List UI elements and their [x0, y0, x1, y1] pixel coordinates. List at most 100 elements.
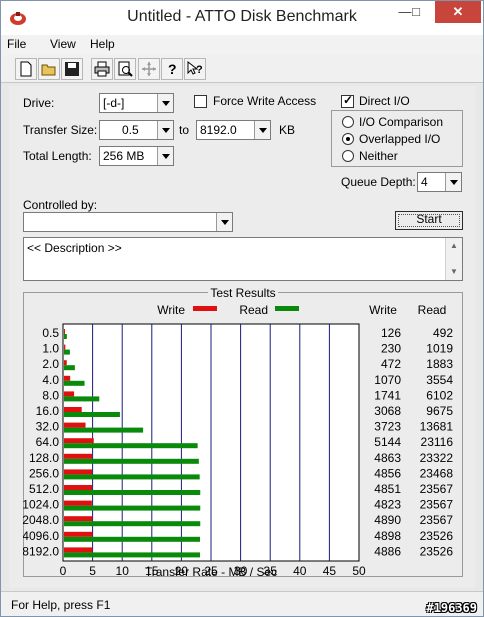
test-results-chart: Test Results Write Read Write Read 0.5 1.… [23, 286, 453, 578]
category-label: 128.0 [29, 451, 59, 465]
scroll-up-icon[interactable]: ▲ [446, 238, 462, 254]
menu-help[interactable]: Help [90, 37, 115, 51]
read-bar [64, 521, 201, 527]
chevron-down-icon [157, 94, 173, 112]
write-value: 4898 [374, 529, 401, 543]
description-textarea[interactable]: << Description >> ▲ ▼ [23, 237, 463, 281]
read-value: 13681 [420, 420, 454, 434]
x-tick-label: 45 [323, 564, 337, 578]
read-value: 6102 [426, 388, 453, 402]
results-title: Test Results [210, 286, 275, 300]
legend-write-swatch [193, 306, 217, 311]
maximize-button[interactable]: □ [401, 1, 431, 23]
read-bar [64, 427, 144, 433]
x-tick-label: 40 [293, 564, 307, 578]
transfer-size-to-select[interactable]: 8192.0 [196, 120, 271, 140]
read-bar [64, 412, 120, 417]
write-bar [64, 485, 93, 490]
x-tick-label: 10 [116, 564, 130, 578]
description-scrollbar[interactable]: ▲ ▼ [445, 238, 462, 280]
total-length-select[interactable]: 256 MB [99, 146, 174, 166]
menu-view[interactable]: View [50, 37, 76, 51]
open-button[interactable] [38, 58, 60, 80]
help-question-icon: ? [168, 61, 177, 77]
read-value: 23526 [420, 544, 454, 558]
write-value: 4890 [374, 513, 401, 527]
menu-bar: File View Help [1, 35, 483, 55]
write-bar [64, 329, 65, 334]
write-bar [64, 500, 92, 506]
legend-read-label: Read [239, 303, 268, 317]
io-comparison-label: I/O Comparison [359, 115, 444, 129]
print-preview-button[interactable] [114, 58, 136, 80]
transfer-to-value: 8192.0 [200, 123, 237, 137]
chevron-down-icon [254, 121, 270, 139]
scroll-down-icon[interactable]: ▼ [446, 264, 462, 280]
close-button[interactable]: ✕ [435, 1, 481, 23]
category-label: 8.0 [42, 388, 59, 402]
context-help-button[interactable]: ? [184, 58, 206, 80]
drive-select[interactable]: [-d-] [99, 93, 174, 113]
read-value: 23567 [420, 482, 454, 496]
svg-text:?: ? [196, 64, 203, 76]
read-value: 3554 [426, 373, 453, 387]
write-bar [64, 360, 67, 366]
write-bar [64, 344, 66, 350]
read-value: 23116 [421, 435, 454, 449]
category-label: 64.0 [36, 435, 60, 449]
transfer-from-value: 0.5 [122, 123, 139, 137]
write-bar [64, 375, 71, 381]
print-button[interactable] [91, 58, 113, 80]
category-label: 1024.0 [23, 498, 59, 512]
queue-depth-select[interactable]: 4 [417, 172, 462, 192]
open-folder-icon [41, 64, 56, 76]
write-value: 3723 [374, 420, 401, 434]
x-axis-label: Transfer Rate - MB / Sec [145, 565, 277, 578]
new-file-button[interactable] [15, 58, 37, 80]
legend-read-swatch [275, 306, 299, 311]
category-label: 256.0 [29, 466, 59, 480]
value-columns: 126 492 230 1019 472 1883 1070 3554 1741 6102 3068… [374, 326, 453, 558]
status-text: For Help, press F1 [11, 598, 111, 612]
menu-file[interactable]: File [7, 37, 26, 51]
toolbar: ? ? [1, 55, 483, 83]
write-bar [64, 547, 93, 553]
context-help-icon: ? [187, 61, 203, 76]
watermark: #196369 [426, 601, 477, 615]
kb-label: KB [279, 123, 296, 137]
controlled-by-select[interactable] [23, 212, 233, 232]
read-bar [64, 365, 75, 371]
io-comparison-radio[interactable] [342, 116, 354, 128]
write-value: 4823 [374, 498, 401, 512]
category-label: 8192.0 [23, 544, 59, 558]
category-label: 4.0 [42, 373, 59, 387]
overlapped-io-radio[interactable] [342, 133, 354, 145]
category-label: 1.0 [42, 342, 59, 356]
write-bar [64, 453, 93, 459]
force-write-access-label: Force Write Access [213, 94, 317, 108]
transfer-size-label: Transfer Size: [23, 123, 98, 137]
start-button-label: Start [416, 212, 442, 226]
move-button[interactable] [138, 58, 160, 80]
read-column-header: Read [418, 303, 447, 317]
category-label: 4096.0 [23, 529, 59, 543]
read-bar [64, 552, 201, 558]
direct-io-checkbox[interactable] [341, 93, 354, 108]
help-button[interactable]: ? [161, 58, 183, 80]
legend-write-label: Write [157, 303, 185, 317]
start-button[interactable]: Start [395, 211, 463, 230]
read-bar [64, 490, 201, 495]
title-bar: Untitled - ATTO Disk Benchmark — □ ✕ [1, 1, 483, 35]
write-bar [64, 516, 93, 522]
neither-radio[interactable] [342, 150, 354, 162]
read-value: 1019 [426, 342, 453, 356]
description-text: << Description >> [27, 241, 122, 255]
write-value: 1741 [374, 388, 401, 402]
read-bar [64, 380, 85, 386]
save-button[interactable] [61, 58, 83, 80]
write-column-header: Write [369, 303, 397, 317]
print-preview-icon [118, 61, 133, 77]
force-write-access-checkbox[interactable] [194, 95, 207, 108]
transfer-size-from-select[interactable]: 0.5 [99, 120, 174, 140]
category-label: 2.0 [42, 357, 59, 371]
